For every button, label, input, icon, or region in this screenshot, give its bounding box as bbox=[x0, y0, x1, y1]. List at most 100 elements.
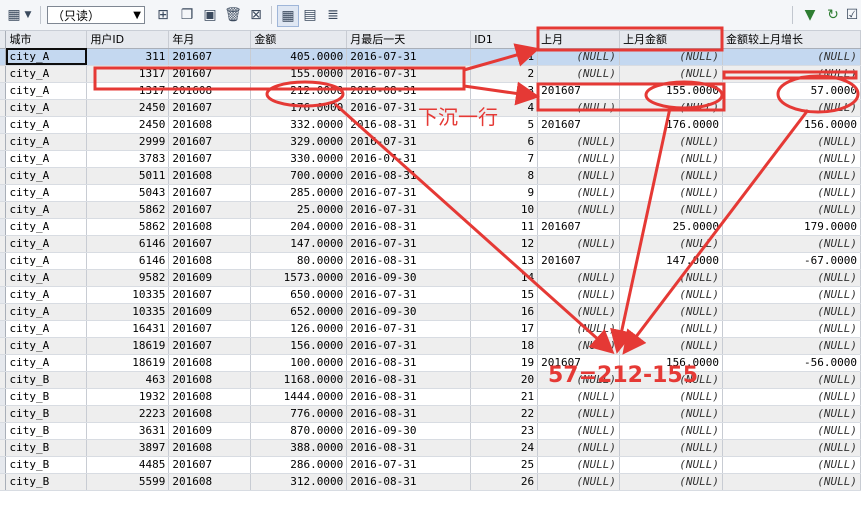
table-row[interactable]: city_A 5862 201607 25.0000 2016-07-31 10 (NULL… bbox=[0, 201, 861, 219]
table-cell[interactable]: 24 bbox=[470, 439, 539, 457]
table-cell[interactable]: 776.0000 bbox=[250, 405, 348, 423]
table-row[interactable]: city_A 18619 201608 100.0000 2016-08-31 19 201… bbox=[0, 354, 861, 372]
table-cell[interactable]: 201607 bbox=[168, 99, 252, 117]
table-cell[interactable]: (NULL) bbox=[537, 133, 621, 151]
table-cell[interactable]: 18 bbox=[470, 337, 539, 355]
table-cell[interactable]: (NULL) bbox=[619, 456, 723, 474]
table-cell[interactable]: (NULL) bbox=[619, 269, 723, 287]
table-cell[interactable]: (NULL) bbox=[537, 269, 621, 287]
table-cell[interactable]: 4485 bbox=[86, 456, 170, 474]
table-cell[interactable]: 650.0000 bbox=[250, 286, 348, 304]
table-cell[interactable]: 201607 bbox=[168, 456, 252, 474]
table-cell[interactable]: (NULL) bbox=[537, 65, 621, 83]
table-cell[interactable]: 100.0000 bbox=[250, 354, 348, 372]
table-cell[interactable]: 156.0000 bbox=[722, 116, 861, 134]
table-row[interactable]: city_A 18619 201607 156.0000 2016-07-31 18 (NU… bbox=[0, 337, 861, 355]
table-cell[interactable]: 147.0000 bbox=[250, 235, 348, 253]
table-cell[interactable]: city_A bbox=[5, 201, 88, 219]
table-cell[interactable]: 212.0000 bbox=[250, 82, 348, 100]
table-cell[interactable]: 4 bbox=[470, 99, 539, 117]
table-cell[interactable]: (NULL) bbox=[619, 320, 723, 338]
table-row[interactable]: city_A 2450 201607 176.0000 2016-07-31 4 (NULL… bbox=[0, 99, 861, 117]
copy-record-icon[interactable]: ❐ bbox=[177, 5, 197, 25]
table-cell[interactable]: 1 bbox=[470, 48, 539, 66]
table-cell[interactable]: 700.0000 bbox=[250, 167, 348, 185]
table-cell[interactable]: 201608 bbox=[168, 82, 252, 100]
checkbox-icon[interactable]: ☑ bbox=[845, 5, 859, 25]
table-cell[interactable]: 201607 bbox=[168, 337, 252, 355]
table-cell[interactable]: 201608 bbox=[168, 218, 252, 236]
table-cell[interactable]: 179.0000 bbox=[722, 218, 861, 236]
table-cell[interactable]: 2016-08-31 bbox=[346, 252, 472, 270]
table-cell[interactable]: (NULL) bbox=[537, 48, 621, 66]
table-row[interactable]: city_B 4485 201607 286.0000 2016-07-31 25 (NUL… bbox=[0, 456, 861, 474]
table-row[interactable]: city_B 1932 201608 1444.0000 2016-08-31 21 (NU… bbox=[0, 388, 861, 406]
refresh-icon[interactable]: ↻ bbox=[823, 5, 843, 25]
table-cell[interactable]: 2999 bbox=[86, 133, 170, 151]
table-cell[interactable]: 329.0000 bbox=[250, 133, 348, 151]
table-cell[interactable]: city_A bbox=[5, 116, 88, 134]
table-cell[interactable]: 1317 bbox=[86, 82, 170, 100]
table-cell[interactable]: city_A bbox=[5, 65, 88, 83]
table-row[interactable]: city_A 311 201607 405.0000 2016-07-31 1 (NULL)… bbox=[0, 48, 861, 66]
table-cell[interactable]: 5 bbox=[470, 116, 539, 134]
table-cell[interactable]: 22 bbox=[470, 405, 539, 423]
table-cell[interactable]: (NULL) bbox=[537, 388, 621, 406]
table-cell[interactable]: (NULL) bbox=[722, 65, 861, 83]
table-cell[interactable]: (NULL) bbox=[537, 286, 621, 304]
table-row[interactable]: city_A 5043 201607 285.0000 2016-07-31 9 (NULL… bbox=[0, 184, 861, 202]
table-cell[interactable]: 201607 bbox=[168, 48, 252, 66]
table-cell[interactable]: 3783 bbox=[86, 150, 170, 168]
table-cell[interactable]: city_B bbox=[5, 439, 88, 457]
table-cell[interactable]: 201608 bbox=[168, 405, 252, 423]
table-cell[interactable]: 5862 bbox=[86, 218, 170, 236]
table-cell[interactable]: (NULL) bbox=[722, 133, 861, 151]
table-cell[interactable]: (NULL) bbox=[722, 235, 861, 253]
column-header[interactable]: 月最后一天 bbox=[346, 31, 472, 49]
table-cell[interactable]: city_B bbox=[5, 388, 88, 406]
column-header[interactable]: 金额较上月增长 bbox=[722, 31, 861, 49]
table-cell[interactable]: city_A bbox=[5, 286, 88, 304]
table-cell[interactable]: 1573.0000 bbox=[250, 269, 348, 287]
table-cell[interactable]: 2016-08-31 bbox=[346, 405, 472, 423]
table-cell[interactable]: 1168.0000 bbox=[250, 371, 348, 389]
table-cell[interactable]: 13 bbox=[470, 252, 539, 270]
table-cell[interactable]: (NULL) bbox=[619, 286, 723, 304]
table-cell[interactable]: 2016-07-31 bbox=[346, 184, 472, 202]
table-cell[interactable]: 19 bbox=[470, 354, 539, 372]
table-cell[interactable]: 176.0000 bbox=[250, 99, 348, 117]
grid-icon[interactable]: ▦ bbox=[4, 5, 24, 25]
table-cell[interactable]: 201607 bbox=[168, 201, 252, 219]
table-cell[interactable]: 201607 bbox=[168, 150, 252, 168]
table-cell[interactable]: (NULL) bbox=[722, 184, 861, 202]
table-cell[interactable]: (NULL) bbox=[537, 371, 621, 389]
table-cell[interactable]: 201608 bbox=[168, 371, 252, 389]
table-cell[interactable]: (NULL) bbox=[619, 201, 723, 219]
table-cell[interactable]: 311 bbox=[86, 48, 170, 66]
table-cell[interactable]: (NULL) bbox=[619, 473, 723, 491]
table-cell[interactable]: 25.0000 bbox=[619, 218, 723, 236]
table-cell[interactable]: 201607 bbox=[168, 65, 252, 83]
table-cell[interactable]: (NULL) bbox=[619, 184, 723, 202]
table-cell[interactable]: 6 bbox=[470, 133, 539, 151]
table-cell[interactable]: 20 bbox=[470, 371, 539, 389]
table-cell[interactable]: 21 bbox=[470, 388, 539, 406]
table-cell[interactable]: 80.0000 bbox=[250, 252, 348, 270]
table-cell[interactable]: 155.0000 bbox=[619, 82, 723, 100]
table-cell[interactable]: city_A bbox=[5, 48, 88, 66]
chevron-down-icon[interactable]: ▼ bbox=[22, 5, 34, 25]
table-cell[interactable]: city_B bbox=[5, 405, 88, 423]
table-cell[interactable]: 5599 bbox=[86, 473, 170, 491]
table-cell[interactable]: 2016-07-31 bbox=[346, 65, 472, 83]
table-cell[interactable]: 2016-07-31 bbox=[346, 286, 472, 304]
form-view-icon[interactable]: ▤ bbox=[300, 5, 320, 25]
table-cell[interactable]: (NULL) bbox=[722, 320, 861, 338]
table-cell[interactable]: 201608 bbox=[168, 116, 252, 134]
table-cell[interactable]: 10335 bbox=[86, 303, 170, 321]
table-cell[interactable]: 2016-07-31 bbox=[346, 235, 472, 253]
table-cell[interactable]: 405.0000 bbox=[250, 48, 348, 66]
table-cell[interactable]: 285.0000 bbox=[250, 184, 348, 202]
table-cell[interactable]: 25.0000 bbox=[250, 201, 348, 219]
table-row[interactable]: city_A 3783 201607 330.0000 2016-07-31 7 (NULL… bbox=[0, 150, 861, 168]
column-header[interactable]: 上月金额 bbox=[619, 31, 723, 49]
